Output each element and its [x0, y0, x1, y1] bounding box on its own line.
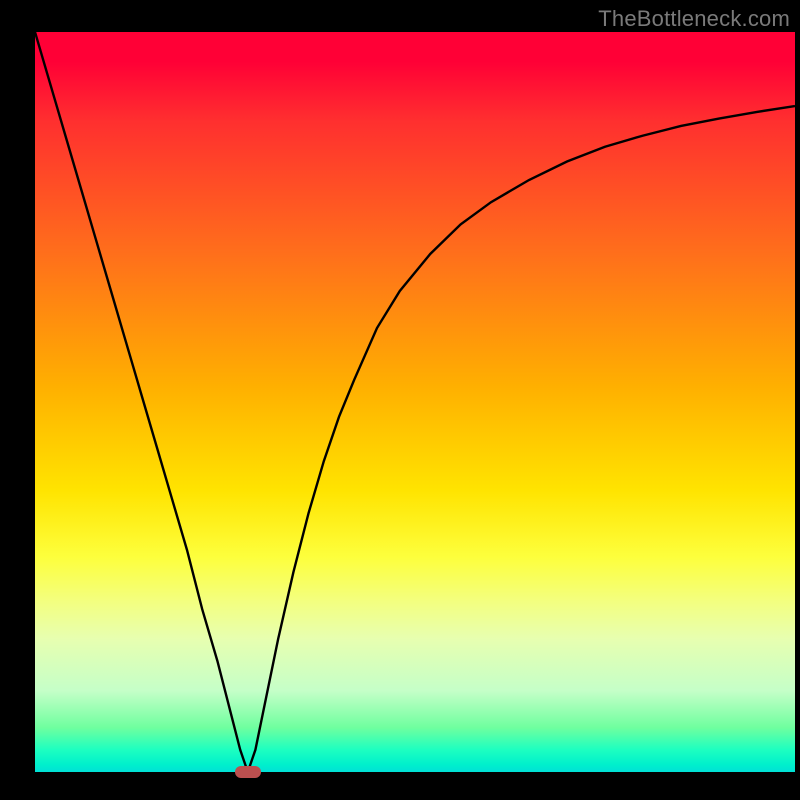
- optimum-marker: [235, 766, 261, 778]
- watermark-text: TheBottleneck.com: [598, 6, 790, 32]
- chart-frame: TheBottleneck.com: [0, 0, 800, 800]
- curve-path: [35, 32, 795, 772]
- bottleneck-curve: [35, 32, 795, 772]
- plot-area: [35, 32, 795, 772]
